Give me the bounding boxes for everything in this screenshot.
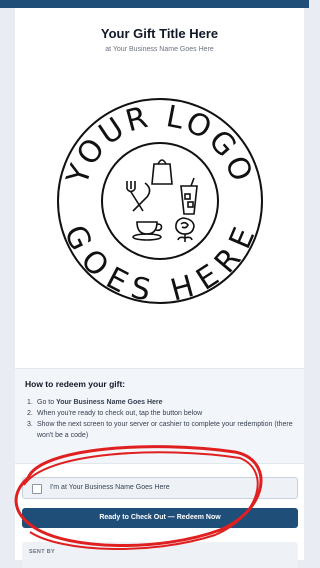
redeem-step: 1. Go to Your Business Name Goes Here xyxy=(27,399,163,406)
redeem-now-button[interactable]: Ready to Check Out — Redeem Now xyxy=(22,508,298,528)
sent-by-section: SENT BY xyxy=(22,542,298,568)
bag-icon xyxy=(151,159,173,185)
rose-icon xyxy=(175,217,195,242)
at-business-checkbox[interactable] xyxy=(32,484,42,494)
gift-card: Your Gift Title Here at Your Business Na… xyxy=(15,8,304,568)
cutlery-icon xyxy=(126,181,151,212)
logo-bottom-text: GOES HERE xyxy=(57,220,263,306)
business-name: Your Business Name Goes Here xyxy=(56,399,163,406)
redeem-step: 3. Show the next screen to your server o… xyxy=(27,421,293,439)
redeem-instructions: How to redeem your gift: 1. Go to Your B… xyxy=(15,368,304,464)
logo-top-text: YOUR LOGO xyxy=(60,99,260,190)
sent-by-label: SENT BY xyxy=(29,549,55,555)
at-business-checkbox-row[interactable]: I'm at Your Business Name Goes Here xyxy=(22,477,298,499)
iced-drink-icon xyxy=(180,177,198,215)
logo-placeholder: YOUR LOGO GOES HERE xyxy=(57,98,263,306)
redeem-steps: 1. Go to Your Business Name Goes Here 2.… xyxy=(27,397,295,441)
gift-title: Your Gift Title Here xyxy=(100,26,219,41)
redeem-step: 2. When you're ready to check out, tap t… xyxy=(27,410,203,417)
redeem-heading: How to redeem your gift: xyxy=(25,379,126,389)
at-business-checkbox-label: I'm at Your Business Name Goes Here xyxy=(50,484,170,491)
coffee-cup-icon xyxy=(132,221,163,241)
gift-subtitle: at Your Business Name Goes Here xyxy=(105,46,214,53)
top-bar xyxy=(0,0,309,8)
